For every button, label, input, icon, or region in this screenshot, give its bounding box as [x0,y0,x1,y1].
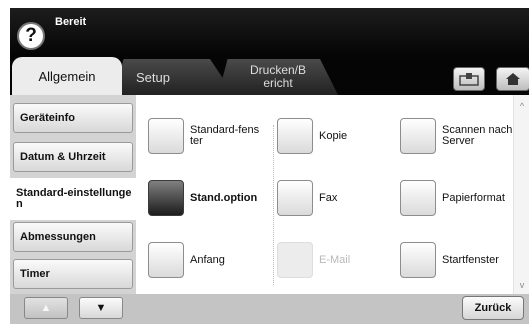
sidebar-item-label: Abmessungen [20,230,96,243]
scroll-down-button[interactable]: ▼ [79,297,123,319]
option-label: Standard-fenster [190,124,260,147]
sidebar-item-label: Standard-einstellungen [16,187,132,210]
help-button[interactable]: ? [17,22,45,50]
scrollbar[interactable]: ^ v [513,95,529,294]
option-button[interactable] [277,180,313,216]
option-button[interactable] [400,242,436,278]
sidebar-item-label: Geräteinfo [20,111,76,124]
sidebar-item-geraeteinfo[interactable]: Geräteinfo [13,103,133,133]
option-label: Startfenster [442,253,499,266]
home-button[interactable] [496,67,529,91]
option-button[interactable] [148,242,184,278]
option-label: Kopie [319,129,348,142]
tab-setup[interactable]: Setup [114,59,234,95]
option-anfang[interactable]: Anfang [148,240,225,280]
column-divider [273,125,274,285]
option-standard-fenster[interactable]: Standard-fenster [148,116,262,156]
sidebar-pagination: ▲ ▼ [10,294,136,324]
home-icon [506,73,520,85]
tab-allgemein[interactable]: Allgemein [12,57,122,95]
tab-drucken-bericht[interactable]: Drucken/Bericht [218,59,338,95]
status-text: Bereit [55,16,87,28]
option-stand-option[interactable]: Stand.option [148,178,257,218]
option-button[interactable] [400,180,436,216]
arrow-down-icon: ▼ [95,302,107,314]
option-label: Anfang [190,253,225,266]
option-label: Papierformat [442,191,505,204]
option-startfenster[interactable]: Startfenster [400,240,499,280]
option-kopie[interactable]: Kopie [277,116,347,156]
arrow-up-icon: ▲ [40,302,52,314]
option-scannen-nach-server[interactable]: Scannen nach Server [400,116,522,156]
chevron-up-icon[interactable]: ^ [514,99,529,113]
sidebar-item-label: Timer [20,267,50,280]
option-button[interactable] [148,180,184,216]
option-label: Fax [319,191,338,204]
job-status-button[interactable] [453,67,485,91]
option-label: Stand.option [190,191,258,204]
option-button[interactable] [400,118,436,154]
sidebar-item-timer[interactable]: Timer [13,259,133,289]
sidebar-item-label: Datum & Uhrzeit [20,150,106,163]
sidebar: Geräteinfo Datum & Uhrzeit Standard-eins… [10,95,136,324]
option-button[interactable] [148,118,184,154]
tab-drucken-bericht-label: Drucken/Bericht [249,63,307,90]
option-button [277,242,313,278]
scroll-up-button[interactable]: ▲ [24,297,68,319]
back-button[interactable]: Zurück [462,296,524,320]
status-header: ? Bereit [10,8,529,55]
option-grid: Standard-fenster Kopie Scannen nach Serv… [136,95,529,294]
printer-control-panel: ? Bereit Setup Drucken/Bericht Allgemein… [10,8,529,324]
sidebar-item-datum-uhrzeit[interactable]: Datum & Uhrzeit [13,142,133,172]
footer-bar: Zurück [136,294,529,324]
option-papierformat[interactable]: Papierformat [400,178,505,218]
option-e-mail: E-Mail [277,240,350,280]
option-label: Scannen nach Server [442,124,513,147]
option-button[interactable] [277,118,313,154]
chevron-down-icon[interactable]: v [514,278,529,292]
option-fax[interactable]: Fax [277,178,337,218]
job-status-icon [459,73,479,86]
tab-bar: Setup Drucken/Bericht Allgemein [10,55,529,95]
sidebar-item-abmessungen[interactable]: Abmessungen [13,222,133,252]
option-label: E-Mail [319,253,351,266]
sidebar-item-standard-einstellungen[interactable]: Standard-einstellungen [10,178,136,220]
